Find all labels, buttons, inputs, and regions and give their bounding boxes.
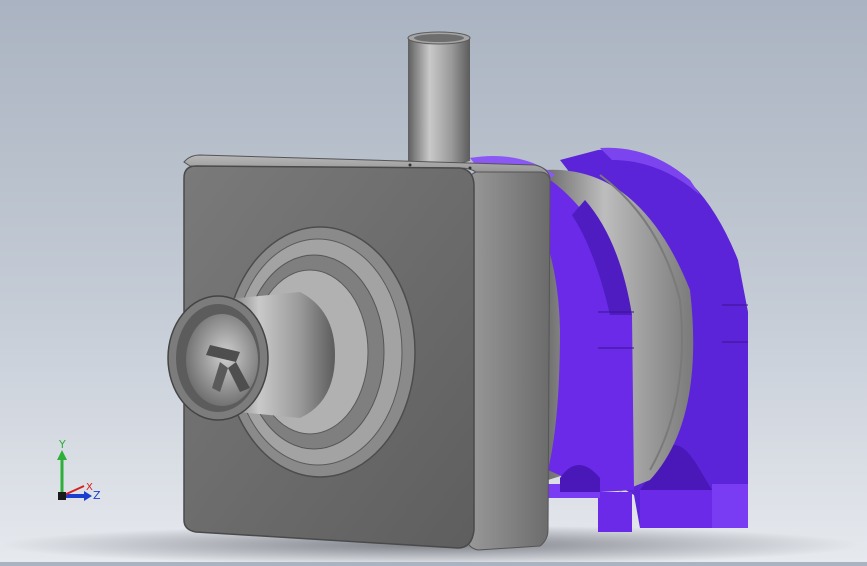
- coordinate-triad[interactable]: Y X Z: [50, 438, 110, 510]
- fastener: [408, 163, 412, 167]
- y-axis-label: Y: [59, 438, 66, 451]
- model-viewport[interactable]: Y X Z: [0, 0, 867, 565]
- pump-model[interactable]: [0, 0, 867, 565]
- z-axis-label: Z: [93, 489, 101, 502]
- fastener: [468, 166, 472, 170]
- outlet-pipe[interactable]: [407, 31, 471, 167]
- inlet-nozzle[interactable]: [167, 292, 335, 421]
- x-axis-label: X: [86, 482, 93, 493]
- housing-side: [465, 171, 551, 551]
